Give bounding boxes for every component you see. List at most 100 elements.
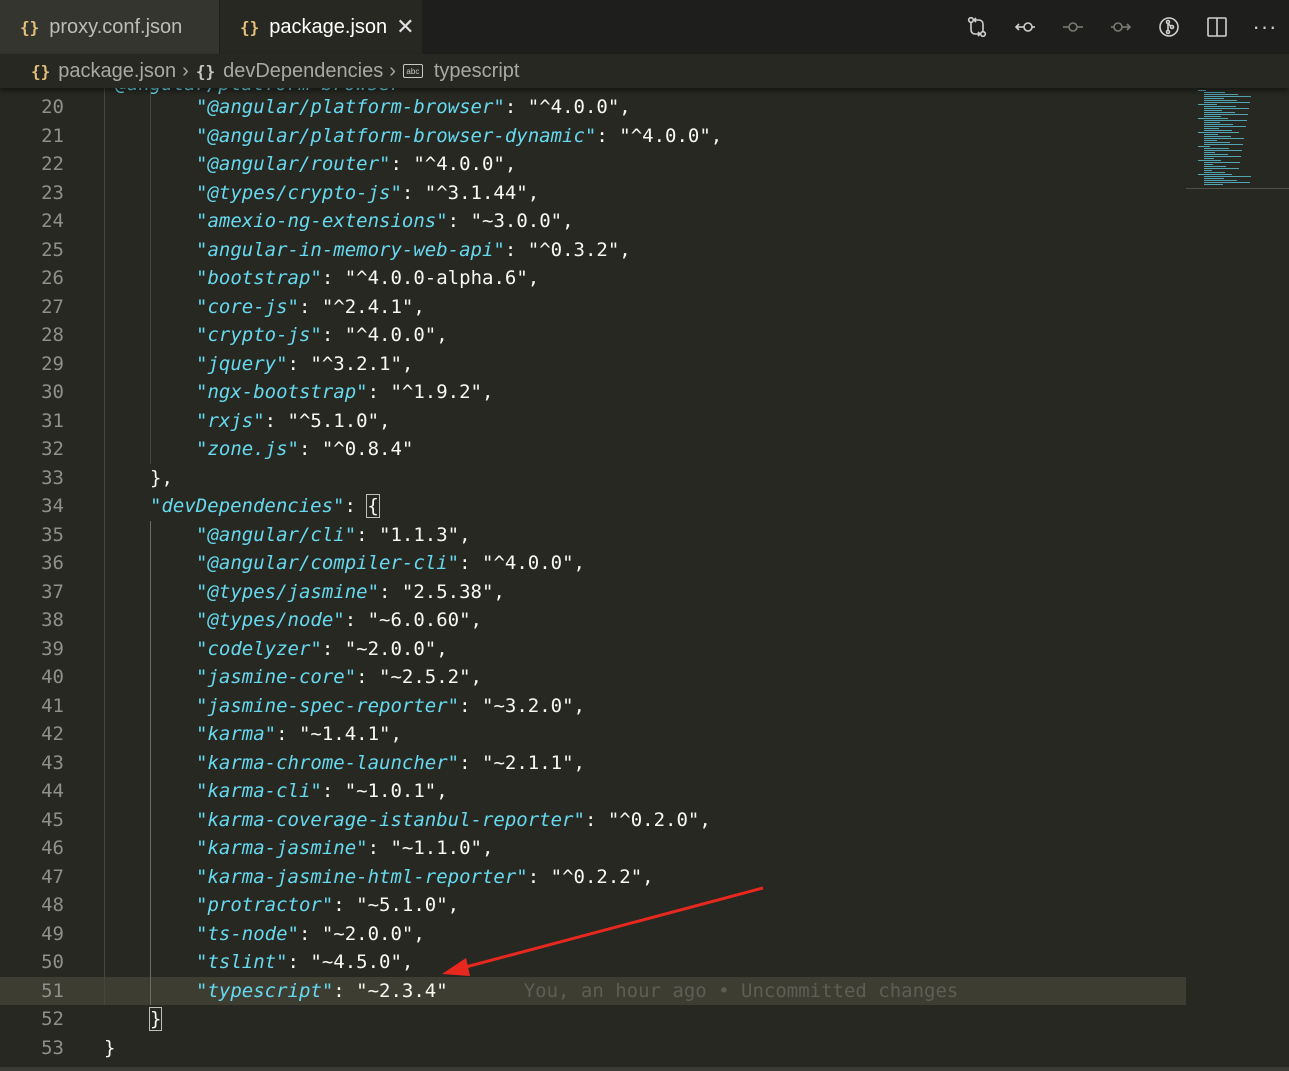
line-number: 25 xyxy=(41,238,64,261)
json-key: "karma-jasmine" xyxy=(196,837,368,859)
json-value: "~1.0.1", xyxy=(344,780,448,802)
code-line[interactable]: 40 "jasmine-core": "~2.5.2", xyxy=(0,663,1186,692)
code-content: "rxjs": "^5.1.0", xyxy=(196,409,391,432)
json-value: "^5.1.0", xyxy=(287,409,391,432)
code-line[interactable]: 38 "@types/node": "~6.0.60", xyxy=(0,606,1186,635)
git-lens-icon[interactable] xyxy=(1145,0,1193,54)
json-key: "@types/node" xyxy=(196,609,345,631)
code-line[interactable]: 31 "rxjs": "^5.1.0", xyxy=(0,407,1186,436)
breadcrumb-item[interactable]: abc typescript xyxy=(402,60,519,83)
previous-change-icon[interactable] xyxy=(1001,0,1049,54)
code-line[interactable]: 26 "bootstrap": "^4.0.0-alpha.6", xyxy=(0,264,1186,293)
code-line[interactable]: 48 "protractor": "~5.1.0", xyxy=(0,891,1186,920)
code-content: "@angular/compiler-cli": "^4.0.0", xyxy=(196,552,585,574)
line-number: 28 xyxy=(41,324,64,346)
code-line[interactable]: 47 "karma-jasmine-html-reporter": "^0.2.2… xyxy=(0,863,1186,892)
minimap-line xyxy=(1204,148,1229,149)
code-line[interactable]: 29 "jquery": "^3.2.1", xyxy=(0,350,1186,379)
breadcrumb-file[interactable]: {} package.json xyxy=(31,60,176,83)
code-line[interactable]: 46 "karma-jasmine": "~1.1.0", xyxy=(0,834,1186,863)
code-line[interactable]: 27 "core-js": "^2.4.1", xyxy=(0,293,1186,322)
minimap-line xyxy=(1204,166,1226,167)
close-icon[interactable]: ✕ xyxy=(396,16,414,38)
json-braces-icon: {} xyxy=(31,61,51,81)
json-value: "^2.4.1", xyxy=(321,295,425,318)
json-value: "~2.1.1", xyxy=(482,751,585,774)
json-value: "^4.0.0-alpha.6", xyxy=(344,267,540,289)
punctuation: } xyxy=(104,1036,116,1059)
code-line[interactable]: 22 "@angular/router": "^4.0.0", xyxy=(0,150,1186,179)
code-line[interactable]: 35 "@angular/cli": "1.1.3", xyxy=(0,521,1186,550)
compare-changes-icon[interactable] xyxy=(953,0,1001,54)
line-number: 24 xyxy=(41,210,64,232)
code-content: "karma-chrome-launcher": "~2.1.1", xyxy=(196,751,585,774)
code-line[interactable]: 42 "karma": "~1.4.1", xyxy=(0,720,1186,749)
code-line[interactable]: 23 "@types/crypto-js": "^3.1.44", xyxy=(0,179,1186,208)
code-content: "tslint": "~4.5.0", xyxy=(196,951,414,973)
code-editor[interactable]: "@angular/platform-browser" 20 "@angular/… xyxy=(0,88,1289,1068)
minimap-line xyxy=(1204,112,1235,113)
json-value: "~5.1.0", xyxy=(356,894,460,916)
next-change-icon[interactable] xyxy=(1097,0,1145,54)
code-line[interactable]: 41 "jasmine-spec-reporter": "~3.2.0", xyxy=(0,692,1186,721)
code-line[interactable]: 33}, xyxy=(0,464,1186,493)
code-line[interactable]: 45 "karma-coverage-istanbul-reporter": "^… xyxy=(0,806,1186,835)
code-line[interactable]: 28 "crypto-js": "^4.0.0", xyxy=(0,321,1186,350)
code-line[interactable]: 52} xyxy=(0,1005,1186,1034)
line-number: 38 xyxy=(41,609,64,631)
code-line[interactable]: 36 "@angular/compiler-cli": "^4.0.0", xyxy=(0,549,1186,578)
code-line[interactable]: 39 "codelyzer": "~2.0.0", xyxy=(0,635,1186,664)
chevron-right-icon: › xyxy=(182,59,189,82)
split-editor-icon[interactable] xyxy=(1193,0,1241,54)
code-line[interactable]: 43 "karma-chrome-launcher": "~2.1.1", xyxy=(0,749,1186,778)
code-line[interactable]: 30 "ngx-bootstrap": "^1.9.2", xyxy=(0,378,1186,407)
tab-package-json[interactable]: {} package.json ✕ xyxy=(220,0,422,54)
line-number: 37 xyxy=(41,580,64,603)
code-content: "devDependencies": { xyxy=(150,494,380,518)
minimap-line xyxy=(1198,146,1210,147)
code-line[interactable]: 24 "amexio-ng-extensions": "~3.0.0", xyxy=(0,207,1186,236)
json-key: "codelyzer" xyxy=(196,637,322,660)
code-line[interactable]: 32 "zone.js": "^0.8.4" xyxy=(0,435,1186,464)
json-value: "1.1.3", xyxy=(379,523,471,546)
code-line[interactable]: 34 "devDependencies": { xyxy=(0,492,1186,521)
code-content: "karma-jasmine": "~1.1.0", xyxy=(196,837,494,859)
bottom-scroll-edge xyxy=(0,1067,1289,1071)
minimap-line xyxy=(1198,160,1221,161)
code-content: "karma": "~1.4.1", xyxy=(196,723,402,745)
minimap[interactable] xyxy=(1186,88,1289,1068)
code-line[interactable]: 25 "angular-in-memory-web-api": "^0.3.2", xyxy=(0,236,1186,265)
code-line[interactable]: 37 "@types/jasmine": "2.5.38", xyxy=(0,578,1186,607)
breadcrumb-section[interactable]: {} devDependencies xyxy=(196,60,383,83)
minimap-line xyxy=(1204,122,1220,123)
line-number: 26 xyxy=(41,267,64,289)
code-line[interactable]: 51 "typescript": "~2.3.4" You, an hour ago… xyxy=(0,976,1186,1005)
minimap-line xyxy=(1204,180,1237,181)
json-value: "^4.0.0", xyxy=(413,153,517,175)
git-commit-icon[interactable] xyxy=(1049,0,1097,54)
code-content: "karma-coverage-istanbul-reporter": "^0.… xyxy=(196,808,711,831)
json-value: "2.5.38", xyxy=(401,580,505,603)
json-key: "ts-node" xyxy=(196,922,299,945)
minimap-line xyxy=(1204,116,1221,117)
code-line[interactable]: 20 "@angular/platform-browser": "^4.0.0", xyxy=(0,93,1186,122)
code-content: "jquery": "^3.2.1", xyxy=(196,352,414,375)
code-line[interactable]: 49 "ts-node": "~2.0.0", xyxy=(0,920,1186,949)
minimap-line xyxy=(1204,114,1248,115)
code-line[interactable]: 50 "tslint": "~4.5.0", xyxy=(0,948,1186,977)
json-key: "@angular/platform-browser" xyxy=(196,96,505,118)
code-line[interactable]: 53} xyxy=(0,1034,1186,1063)
code-content: } xyxy=(148,1005,163,1034)
minimap-line xyxy=(1204,110,1222,111)
line-number: 29 xyxy=(41,352,64,375)
minimap-line xyxy=(1204,100,1237,101)
more-actions-icon[interactable]: ··· xyxy=(1241,0,1289,54)
code-content: "zone.js": "^0.8.4" xyxy=(196,438,414,460)
code-line[interactable]: 44 "karma-cli": "~1.0.1", xyxy=(0,777,1186,806)
line-number: 21 xyxy=(41,124,64,147)
line-number: 39 xyxy=(41,637,64,660)
code-line[interactable]: 21 "@angular/platform-browser-dynamic": "… xyxy=(0,122,1186,151)
json-value: "~3.0.0", xyxy=(470,210,574,232)
tab-proxy-conf-json[interactable]: {} proxy.conf.json xyxy=(0,0,220,54)
json-braces-icon: {} xyxy=(20,17,40,37)
